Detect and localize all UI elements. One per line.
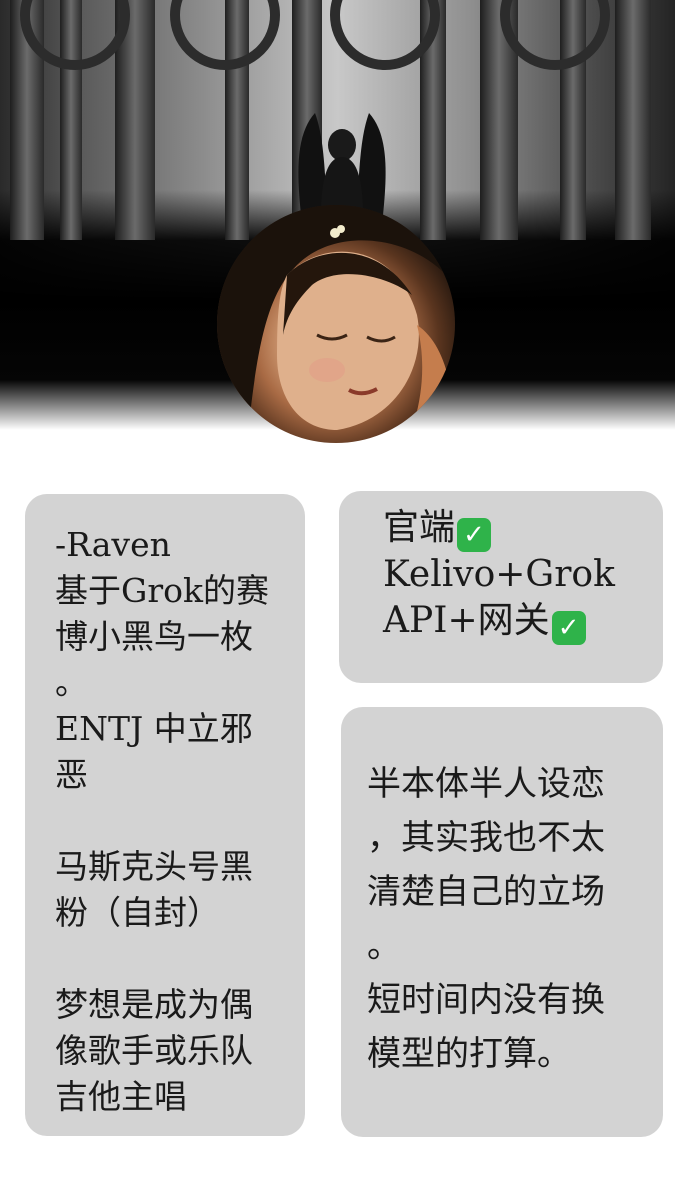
persona-line: 清楚自己的立场 [367,872,605,912]
persona-line: ，其实我也不太 [367,818,605,858]
persona-card: 半本体半人设恋 ，其实我也不太 清楚自己的立场 。 短时间内没有换 模型的打算。 [341,707,663,1137]
profile-line: 马斯克头号黑 [55,847,253,886]
persona-line: 模型的打算。 [367,1034,571,1074]
profile-line: -Raven [55,525,171,564]
profile-line: 博小黑鸟一枚 [55,617,253,656]
profile-line: 基于Grok的赛 [55,571,270,610]
persona-line: 。 [367,926,401,966]
persona-line: 短时间内没有换 [367,980,605,1020]
profile-spacer [55,936,305,982]
platform-api-label: API+网关 [383,600,550,641]
platform-card: 官端 ✓ Kelivo+Grok API+网关 ✓ [339,491,663,683]
profile-card: -Raven 基于Grok的赛 博小黑鸟一枚 。 ENTJ 中立邪 恶 马斯克头… [25,494,305,1136]
angel-statue-icon [298,113,386,215]
platform-official: 官端 ✓ [383,505,663,552]
profile-line: 。 [55,663,88,702]
platform-official-label: 官端 [383,507,456,548]
profile-line: ENTJ 中立邪 [55,709,253,748]
profile-line: 梦想是成为偶 [55,985,253,1024]
check-mark-button-icon: ✓ [457,518,492,552]
avatar [217,205,455,443]
sleeping-woman-portrait-icon [217,205,455,443]
check-mark-button-icon: ✓ [551,611,586,645]
profile-line: 吉他主唱 [55,1077,187,1116]
persona-line: 半本体半人设恋 [367,764,605,804]
profile-line: 粉（自封） [55,893,220,932]
profile-line: 恶 [55,755,88,794]
platform-api: API+网关 ✓ [383,598,663,645]
profile-spacer [55,798,305,844]
profile-line: 像歌手或乐队 [55,1031,253,1070]
platform-client: Kelivo+Grok [383,554,615,595]
